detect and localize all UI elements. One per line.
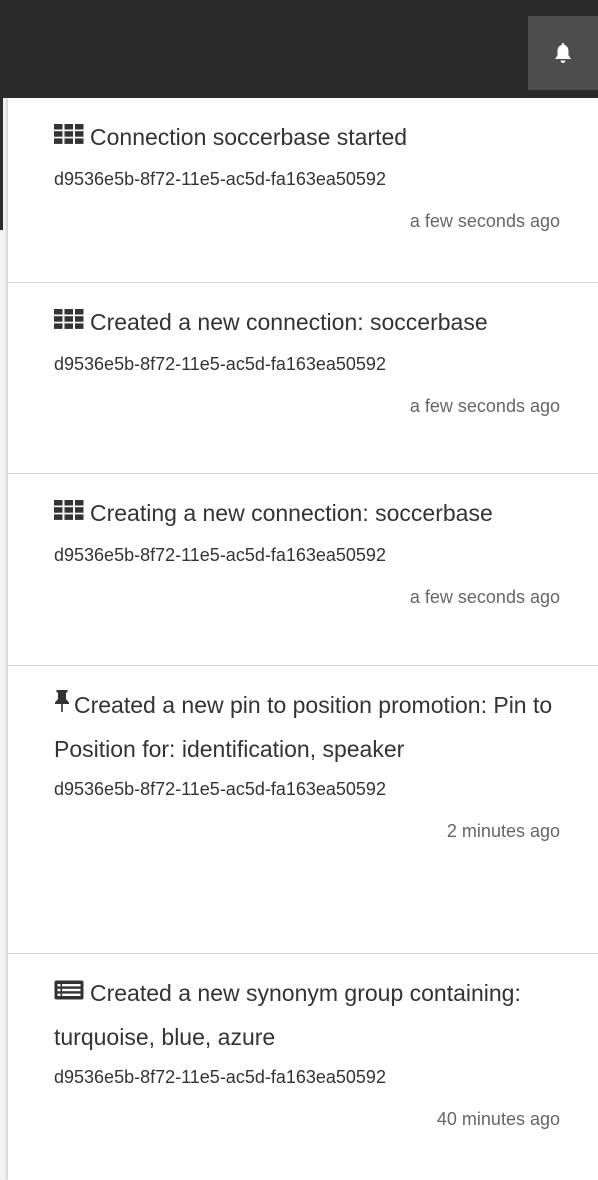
- notifications-button[interactable]: [528, 16, 598, 90]
- bell-icon: [555, 43, 571, 63]
- notification-item[interactable]: Connection soccerbase started d9536e5b-8…: [8, 98, 598, 283]
- notification-item[interactable]: Created a new connection: soccerbase d95…: [8, 283, 598, 474]
- top-bar: [0, 0, 598, 98]
- notification-message: Connection soccerbase started: [90, 124, 408, 150]
- notification-timestamp: 40 minutes ago: [436, 1108, 560, 1129]
- notification-message: Creating a new connection: soccerbase: [90, 500, 493, 526]
- notification-message: Created a new pin to position promotion:…: [54, 692, 553, 762]
- notification-id: d9536e5b-8f72-11e5-ac5d-fa163ea50592: [54, 1066, 386, 1087]
- notification-id: d9536e5b-8f72-11e5-ac5d-fa163ea50592: [54, 778, 386, 799]
- notification-item[interactable]: Creating a new connection: soccerbase d9…: [8, 474, 598, 666]
- notification-item[interactable]: Created a new synonym group containing: …: [8, 954, 598, 1180]
- notification-timestamp: a few seconds ago: [409, 586, 560, 607]
- grid-icon: [54, 115, 84, 157]
- notification-id: d9536e5b-8f72-11e5-ac5d-fa163ea50592: [54, 168, 386, 189]
- grid-icon: [54, 491, 84, 533]
- notification-timestamp: a few seconds ago: [409, 395, 560, 416]
- background-strip: [0, 98, 8, 1180]
- notification-message: Created a new connection: soccerbase: [90, 309, 488, 335]
- grid-icon: [54, 300, 84, 342]
- list-icon: [54, 971, 84, 1013]
- notification-id: d9536e5b-8f72-11e5-ac5d-fa163ea50592: [54, 353, 386, 374]
- notifications-panel: Connection soccerbase started d9536e5b-8…: [8, 98, 598, 1180]
- notification-item[interactable]: Created a new pin to position promotion:…: [8, 666, 598, 954]
- notification-timestamp: 2 minutes ago: [446, 820, 560, 841]
- pin-icon: [54, 683, 70, 725]
- notification-timestamp: a few seconds ago: [409, 210, 560, 231]
- notification-message: Created a new synonym group containing: …: [54, 980, 521, 1050]
- notification-id: d9536e5b-8f72-11e5-ac5d-fa163ea50592: [54, 544, 386, 565]
